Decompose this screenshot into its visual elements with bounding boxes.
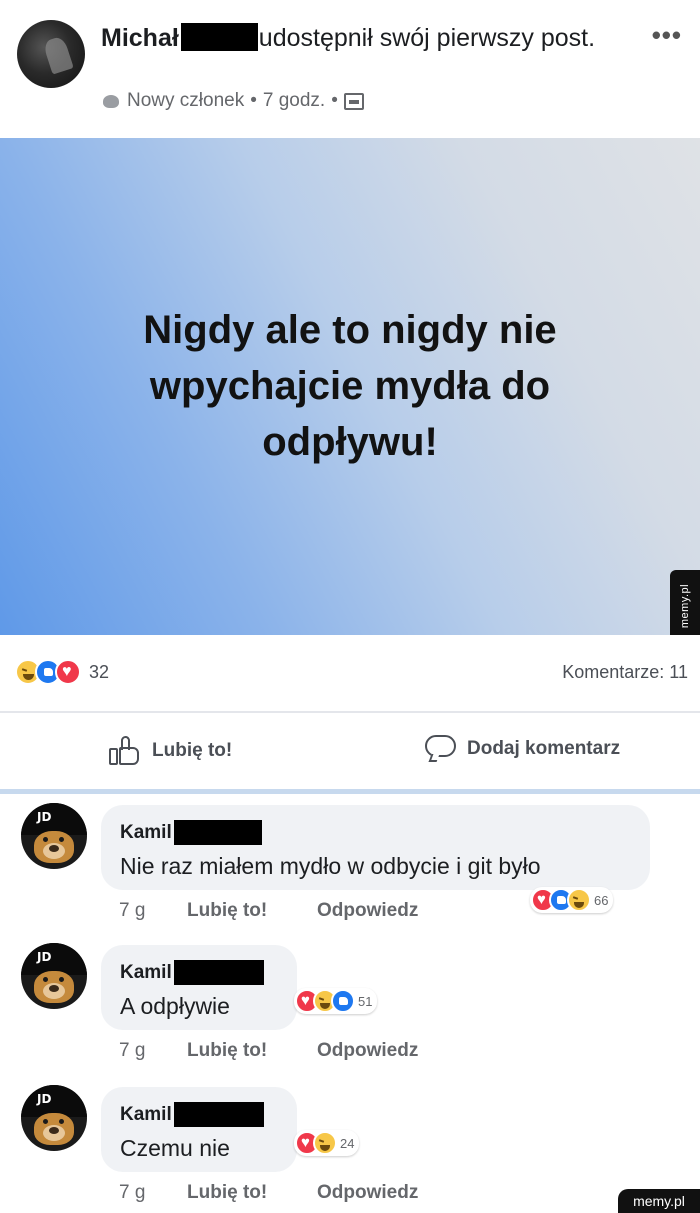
comment-like-button[interactable]: Lubię to!: [187, 900, 317, 922]
comment-reply-button[interactable]: Odpowiedz: [317, 900, 418, 922]
comment-reaction-count: 51: [358, 993, 373, 1009]
comment-bubble: Kamil Nie raz miałem mydło w odbycie i g…: [101, 805, 650, 890]
author-name[interactable]: Michał: [101, 24, 179, 52]
comment-reactions[interactable]: 51: [294, 988, 378, 1014]
redacted-surname: [180, 23, 258, 52]
haha-reaction-icon: [313, 1131, 337, 1155]
add-comment-button[interactable]: Dodaj komentarz: [425, 735, 620, 763]
comment-text: A odpływie: [120, 993, 230, 1019]
comment-meta: 7 g Lubię to! Odpowiedz: [119, 1040, 418, 1062]
comment-reactions[interactable]: 24: [294, 1130, 360, 1156]
comment-reply-button[interactable]: Odpowiedz: [317, 1182, 418, 1204]
comment-reaction-count: 24: [340, 1135, 355, 1151]
comment-bubble-icon: [425, 735, 457, 763]
separator-dot: •: [250, 90, 257, 111]
comment-like-button[interactable]: Lubię to!: [187, 1040, 317, 1062]
love-reaction-icon: [55, 659, 81, 685]
comment-reply-button[interactable]: Odpowiedz: [317, 1040, 418, 1062]
wave-hand-icon: [101, 92, 121, 110]
post-stats: 32 Komentarze: 11: [0, 635, 700, 713]
watermark-side: memy.pl: [670, 570, 700, 642]
post-time[interactable]: 7 godz.: [263, 90, 325, 112]
comments-count[interactable]: Komentarze: 11: [562, 662, 688, 683]
commenter-name[interactable]: Kamil: [120, 960, 264, 985]
comment-bubble: Kamil A odpływie: [101, 945, 297, 1030]
add-comment-label: Dodaj komentarz: [467, 738, 621, 759]
comment-bubble: Kamil Czemu nie: [101, 1087, 297, 1172]
reaction-count: 32: [89, 661, 110, 682]
post-image[interactable]: Nigdy ale to nigdy nie wpychajcie mydła …: [0, 138, 700, 635]
more-options-icon[interactable]: •••: [652, 20, 682, 51]
separator-dot: •: [331, 90, 338, 111]
divider: [0, 789, 700, 794]
commenter-avatar[interactable]: JD: [21, 803, 87, 869]
post-header-text: Michał udostępnił swój pierwszy post.: [101, 21, 631, 55]
comment-like-button[interactable]: Lubię to!: [187, 1182, 317, 1204]
redacted-surname: [173, 820, 262, 845]
like-button-label: Lubię to!: [152, 740, 233, 761]
comment-time[interactable]: 7 g: [119, 1040, 187, 1062]
comment-text: Czemu nie: [120, 1135, 230, 1161]
comment-reaction-count: 66: [594, 892, 609, 908]
watermark-bottom: memy.pl: [618, 1189, 700, 1213]
comment-meta: 7 g Lubię to! Odpowiedz: [119, 900, 418, 922]
redacted-surname: [173, 960, 264, 985]
thumbs-up-icon: [108, 735, 142, 767]
redacted-surname: [173, 1102, 264, 1127]
post-image-text: Nigdy ale to nigdy nie wpychajcie mydła …: [143, 307, 557, 464]
commenter-name[interactable]: Kamil: [120, 1102, 264, 1127]
comment-time[interactable]: 7 g: [119, 900, 187, 922]
like-reaction-icon: [331, 989, 355, 1013]
comment-text: Nie raz miałem mydło w odbycie i git był…: [120, 853, 541, 879]
post-actions: Lubię to! Dodaj komentarz: [0, 713, 700, 791]
post-header: Michał udostępnił swój pierwszy post. Now…: [0, 0, 700, 140]
post-reactions[interactable]: 32: [15, 659, 109, 685]
comment-reactions[interactable]: 66: [530, 887, 614, 913]
post-subline: Nowy członek • 7 godz. •: [101, 90, 364, 112]
comment-meta: 7 g Lubię to! Odpowiedz: [119, 1182, 418, 1204]
author-avatar[interactable]: [17, 20, 85, 88]
group-icon: [343, 92, 364, 110]
commenter-avatar[interactable]: JD: [21, 1085, 87, 1151]
commenter-name[interactable]: Kamil: [120, 820, 262, 845]
comment-time[interactable]: 7 g: [119, 1182, 187, 1204]
haha-reaction-icon: [567, 888, 591, 912]
post-action-text: udostępnił swój pierwszy post.: [258, 24, 596, 52]
commenter-avatar[interactable]: JD: [21, 943, 87, 1009]
member-badge: Nowy członek: [127, 90, 245, 111]
like-button[interactable]: Lubię to!: [108, 735, 232, 767]
